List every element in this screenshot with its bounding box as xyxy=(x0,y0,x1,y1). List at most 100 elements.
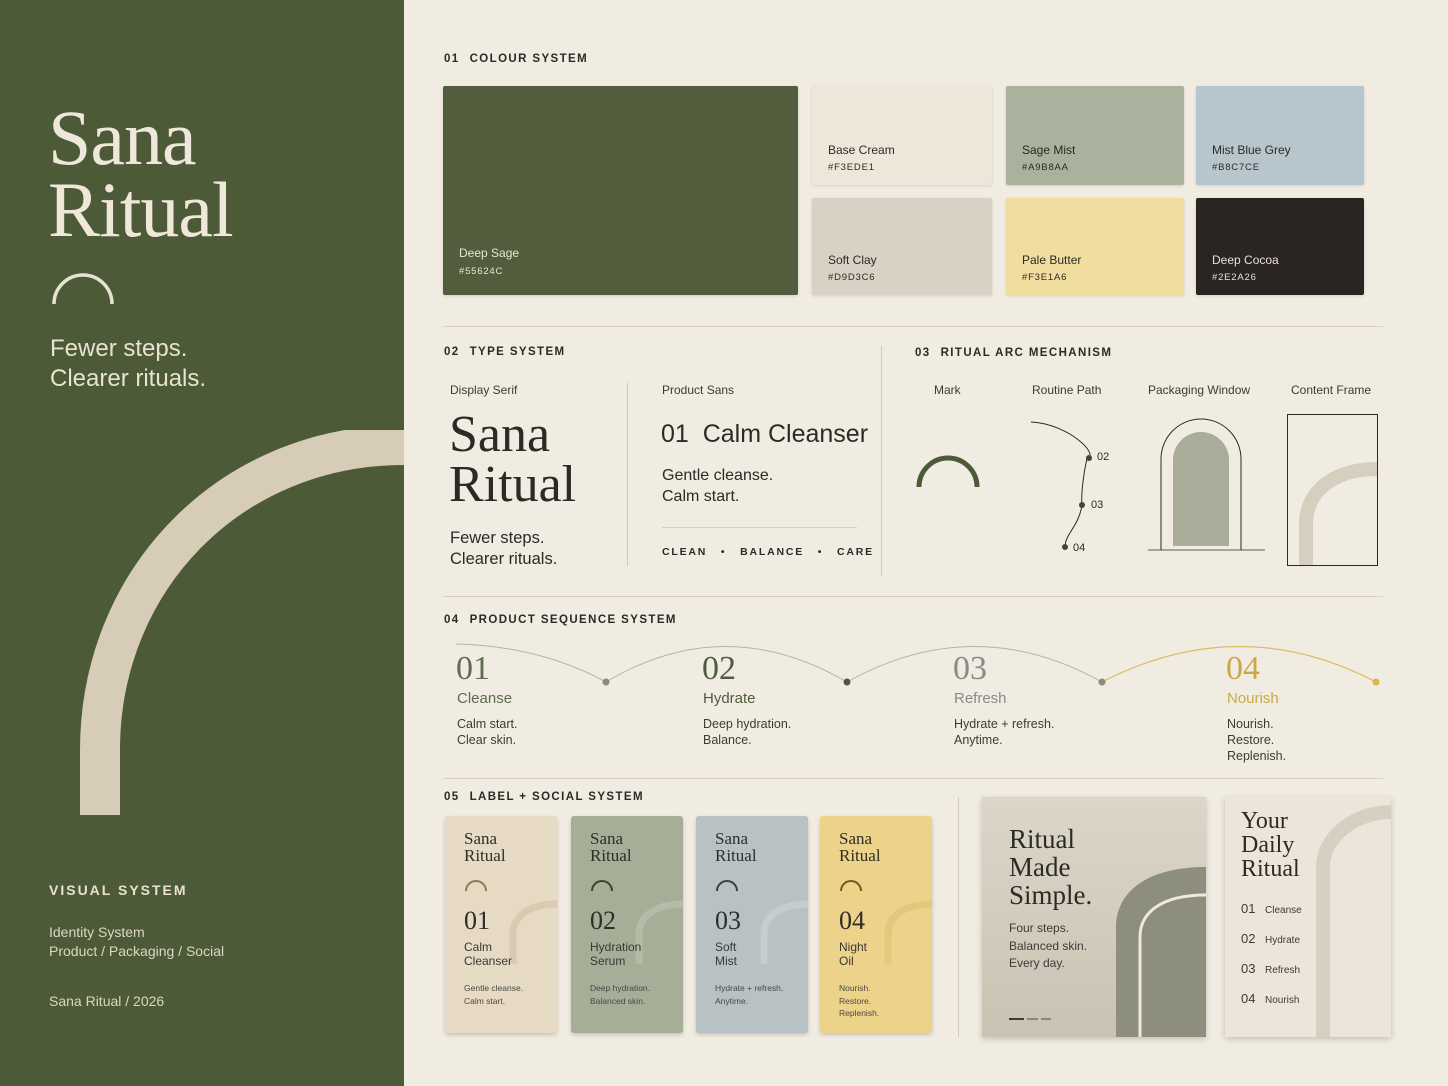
arc-section-num: 03 xyxy=(915,347,931,359)
step-desc-line: Deep hydration. xyxy=(703,717,792,731)
post-headline-line: Your xyxy=(1241,808,1288,834)
arc-label-mark: Mark xyxy=(934,383,961,397)
swatch-base-cream: Base Cream #F3EDE1 xyxy=(812,86,992,185)
swatch-name: Deep Sage xyxy=(459,246,520,260)
keyword-row: CLEAN • BALANCE • CARE xyxy=(662,546,874,558)
colour-section-label: COLOUR SYSTEM xyxy=(469,53,589,65)
path-point-03: 03 xyxy=(1091,499,1104,511)
label-brand-line: Ritual xyxy=(464,846,506,865)
label-desc-line: Deep hydration. xyxy=(590,983,651,993)
product-sans-label: Product Sans xyxy=(662,383,735,397)
step-desc-line: Replenish. xyxy=(1227,749,1287,763)
step-desc-line: Nourish. xyxy=(1227,717,1274,731)
keyword-care: CARE xyxy=(836,546,874,558)
routine-path-graphic xyxy=(1030,421,1092,550)
identity-line1: Identity System xyxy=(49,924,145,940)
divider xyxy=(662,527,857,528)
ritual-step-list: 01 Cleanse 02 Hydrate 03 Refresh 04 Nourish xyxy=(1241,901,1302,1021)
arc-label-routine-path: Routine Path xyxy=(1032,383,1102,397)
column-divider xyxy=(627,383,628,566)
ritual-step-num: 02 xyxy=(1241,931,1256,946)
product-label-card: Sana Ritual 02 Hydration Serum Deep hydrat… xyxy=(571,816,683,1033)
step-number: 03 xyxy=(953,650,987,687)
label-name-line: Night xyxy=(839,940,868,954)
step-description: Deep hydration. Balance. xyxy=(703,716,791,748)
swatch-hex: #2E2A26 xyxy=(1212,272,1257,283)
sans-body-specimen: Gentle cleanse. Calm start. xyxy=(662,465,773,507)
brand-tagline: Fewer steps. Clearer rituals. xyxy=(50,334,206,394)
arc-mark-icon xyxy=(840,880,862,892)
brand-year: Sana Ritual / 2026 xyxy=(49,993,165,1009)
step-desc-line: Clear skin. xyxy=(457,733,517,747)
colour-section-title: 01 COLOUR SYSTEM xyxy=(444,53,588,65)
label-brand-line: Ritual xyxy=(839,846,881,865)
post-body: Four steps. Balanced skin. Every day. xyxy=(1009,920,1087,973)
label-number: 02 xyxy=(590,906,616,935)
packaging-window-graphic xyxy=(1148,418,1265,551)
arc-label-packaging-window: Packaging Window xyxy=(1148,383,1251,397)
swatch-name: Mist Blue Grey xyxy=(1212,143,1291,157)
arc-section-title: 03 RITUAL ARC MECHANISM xyxy=(915,347,1112,359)
arch-graphic xyxy=(1316,805,1391,1037)
post-body-line: Balanced skin. xyxy=(1009,938,1088,953)
label-number: 04 xyxy=(839,906,865,935)
arc-mark-icon xyxy=(465,880,487,892)
post-body-line: Four steps. xyxy=(1009,921,1070,935)
section-divider xyxy=(958,797,959,1037)
labels-section-label: LABEL + SOCIAL SYSTEM xyxy=(469,791,644,803)
label-name-line: Cleanser xyxy=(464,954,513,968)
keyword-clean: CLEAN xyxy=(662,546,708,558)
ritual-step-name: Nourish xyxy=(1265,995,1300,1006)
ritual-step-name: Cleanse xyxy=(1265,905,1302,916)
label-desc-line: Nourish. xyxy=(839,983,871,993)
step-name: Nourish xyxy=(1227,690,1279,707)
post-headline-line: Ritual xyxy=(1009,824,1075,854)
labels-section-num: 05 xyxy=(444,791,460,803)
step-name: Refresh xyxy=(954,690,1007,707)
arc-mark-icon xyxy=(591,880,613,892)
label-brand-line: Ritual xyxy=(715,846,757,865)
swatch-name: Pale Butter xyxy=(1022,253,1082,267)
swatch-soft-clay: Soft Clay #D9D3C6 xyxy=(812,198,992,295)
swatch-name: Soft Clay xyxy=(828,253,877,267)
serif-specimen-line1: Sana xyxy=(449,406,551,463)
label-desc-line: Restore. xyxy=(839,995,872,1006)
tagline-line2: Clearer rituals. xyxy=(50,365,207,392)
ritual-step-num: 04 xyxy=(1241,991,1256,1006)
ritual-step-num: 03 xyxy=(1241,961,1256,976)
visual-system-heading: VISUAL SYSTEM xyxy=(49,882,188,898)
arc-mark-icon xyxy=(52,273,114,305)
swatch-deep-cocoa: Deep Cocoa #2E2A26 xyxy=(1196,198,1364,295)
serif-specimen: Sana Ritual xyxy=(449,406,576,511)
ritual-step-name: Refresh xyxy=(1265,965,1301,976)
carousel-dots[interactable] xyxy=(1009,1018,1051,1020)
large-arch-graphic xyxy=(80,430,404,815)
label-number: 01 xyxy=(464,906,490,935)
label-name-line: Mist xyxy=(715,954,737,968)
label-product-name: Soft Mist xyxy=(715,940,737,968)
post-headline-line: Made xyxy=(1009,852,1071,882)
step-description: Calm start. Clear skin. xyxy=(457,716,517,748)
swatch-hex: #D9D3C6 xyxy=(828,272,876,283)
sans-line1: Gentle cleanse. xyxy=(662,467,774,484)
label-product-name: Hydration Serum xyxy=(590,940,641,968)
sans-line2: Calm start. xyxy=(662,488,740,505)
type-section-num: 02 xyxy=(444,346,460,358)
content-frame-graphic xyxy=(1287,414,1378,566)
label-brand-line: Sana xyxy=(839,829,873,848)
divider xyxy=(443,596,1383,597)
divider xyxy=(443,326,1383,327)
step-description: Nourish. Restore. Replenish. xyxy=(1227,716,1286,764)
step-desc-line: Restore. xyxy=(1227,733,1275,747)
brand-name-line2: Ritual xyxy=(48,166,234,253)
path-point-02: 02 xyxy=(1097,451,1110,463)
labels-section-title: 05 LABEL + SOCIAL SYSTEM xyxy=(444,791,644,803)
tagline-line1: Fewer steps. xyxy=(50,335,188,362)
label-desc-line: Gentle cleanse. xyxy=(464,983,524,993)
swatch-hex: #B8C7CE xyxy=(1212,162,1260,173)
label-description: Gentle cleanse. Calm start. xyxy=(464,982,523,1007)
label-desc-line: Anytime. xyxy=(715,995,749,1006)
swatch-hex: #A9B8AA xyxy=(1022,162,1069,173)
label-desc-line: Replenish. xyxy=(839,1008,880,1018)
arc-label-content-frame: Content Frame xyxy=(1291,383,1372,397)
